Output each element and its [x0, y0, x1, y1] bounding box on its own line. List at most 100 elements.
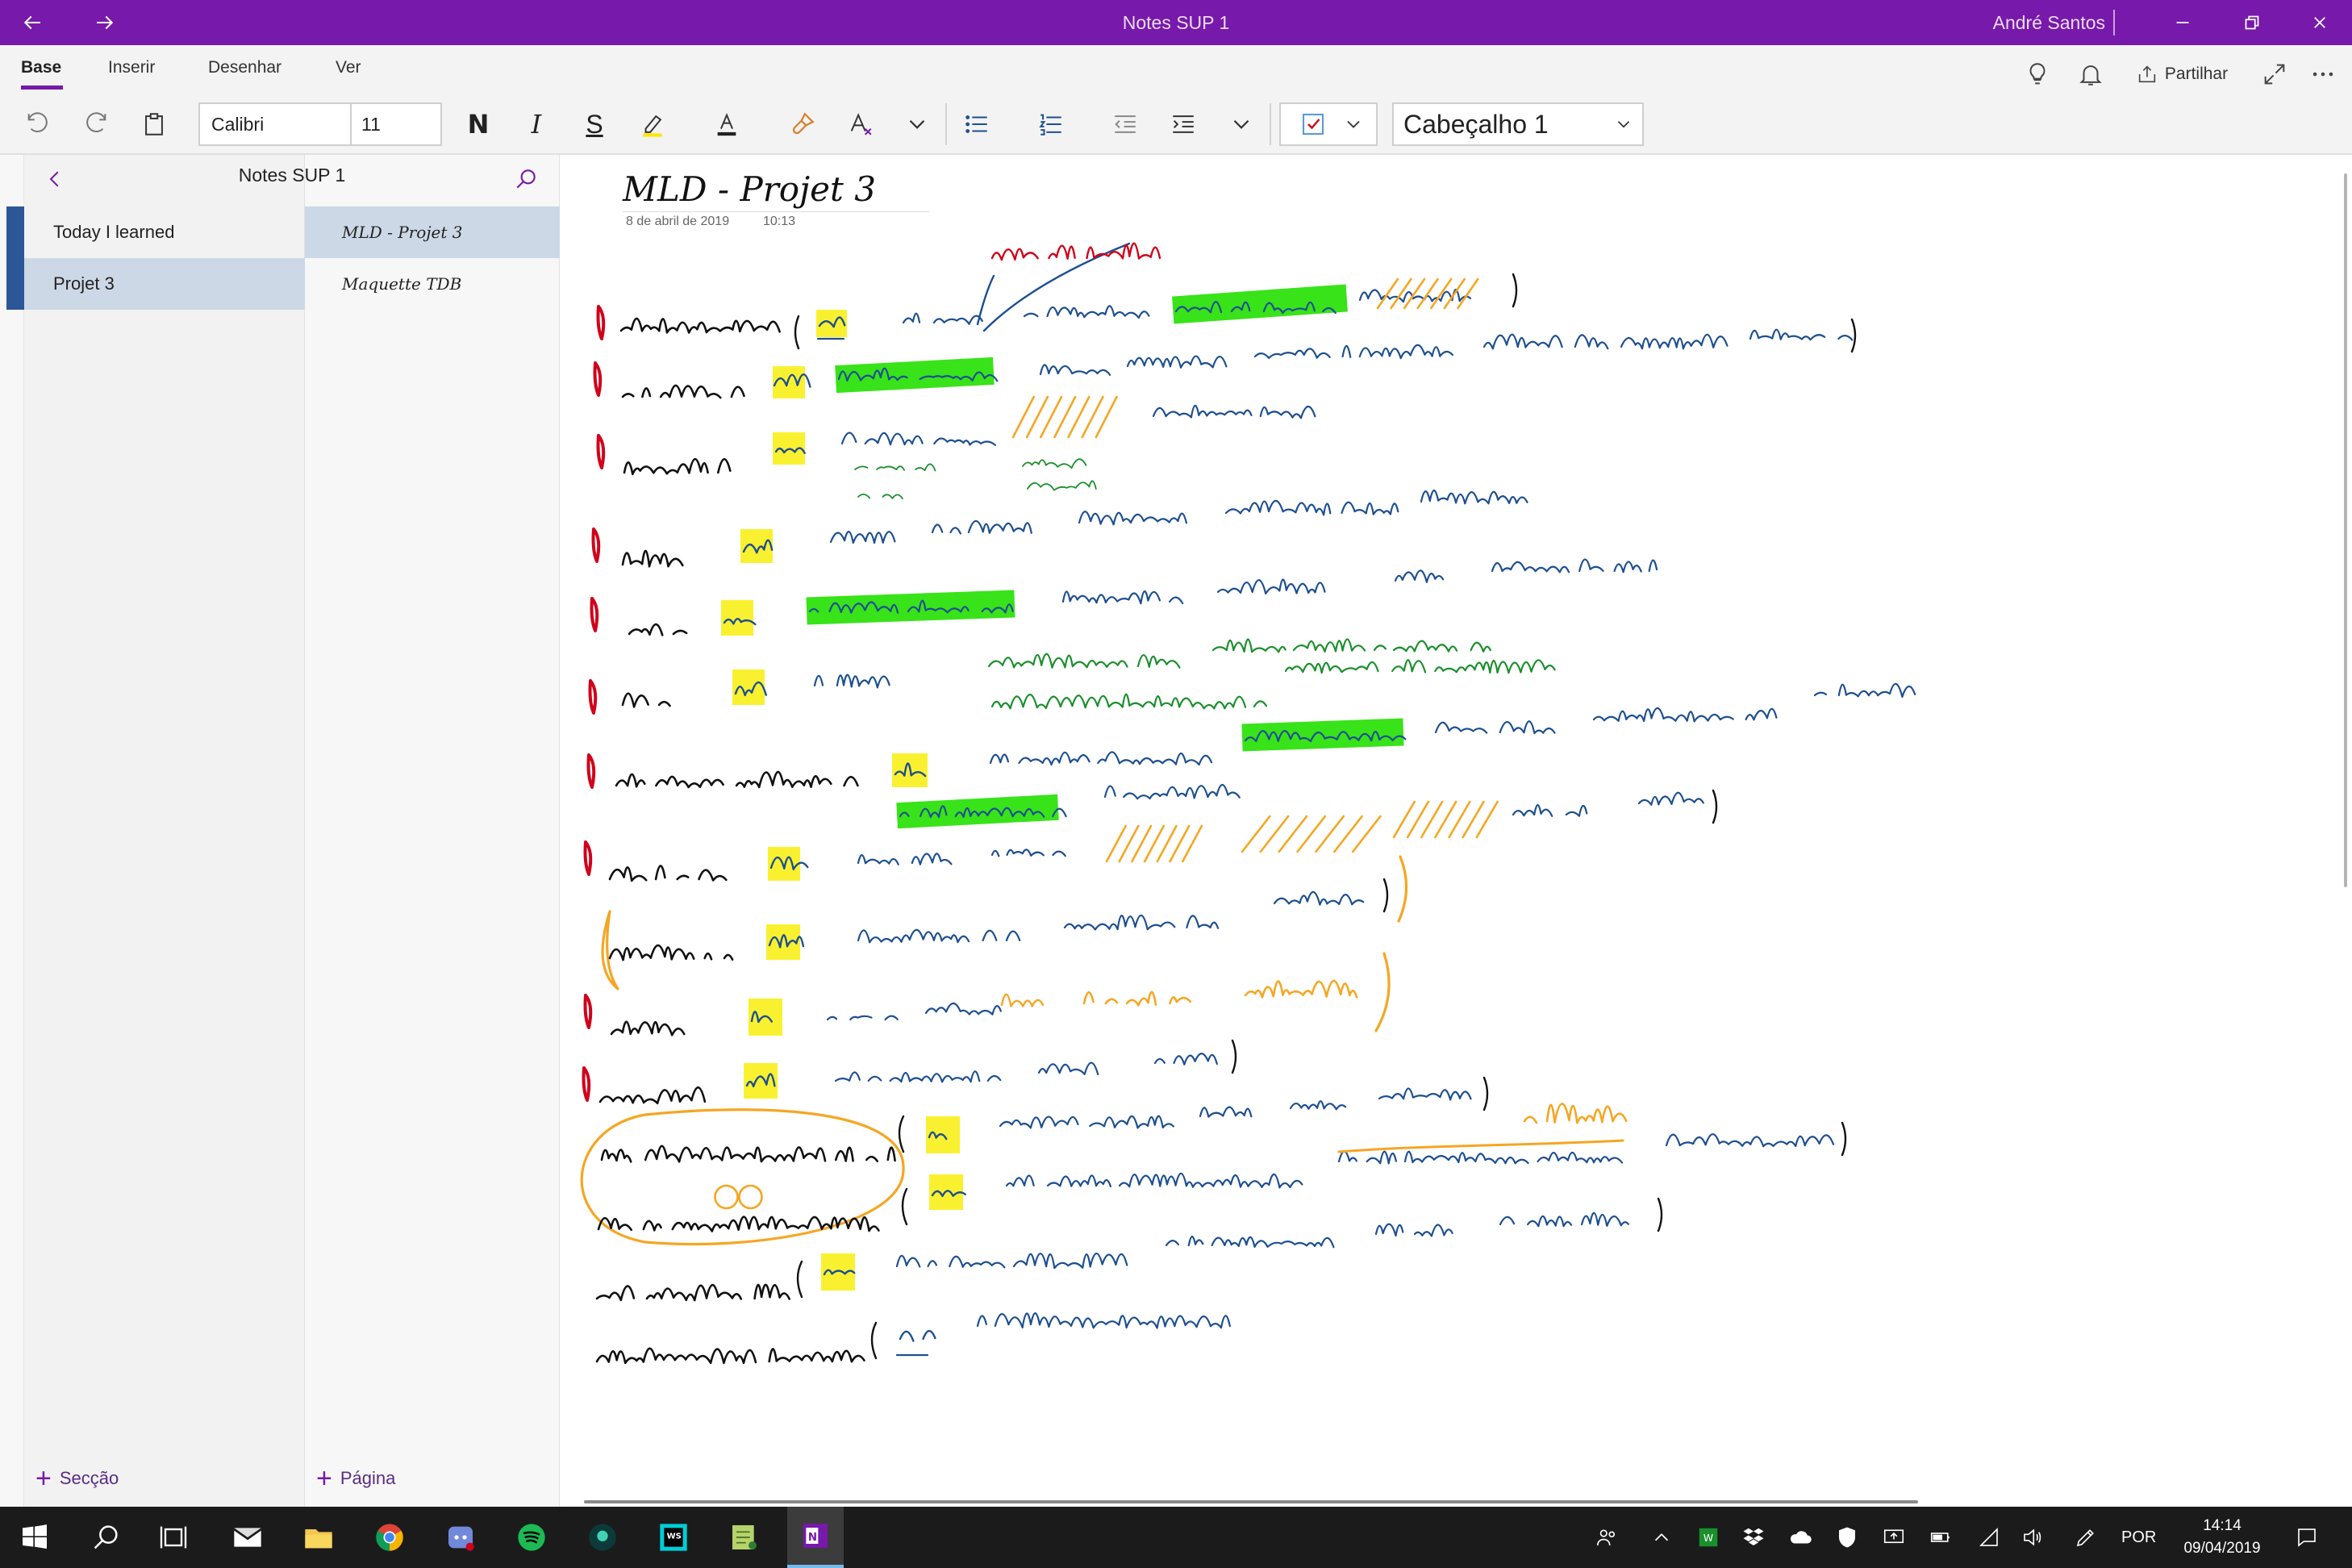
wifi-icon	[1979, 1528, 1998, 1546]
tag-dropdown[interactable]	[1279, 102, 1378, 146]
more-text-formats-button[interactable]	[897, 103, 937, 145]
discord-app[interactable]	[432, 1507, 489, 1568]
horizontal-scrollbar[interactable]	[584, 1500, 1918, 1503]
tab-base[interactable]: Base	[21, 58, 61, 77]
ribbon-tabs: Base Inserir Desenhar Ver Partilhar	[0, 45, 2352, 97]
task-view-button[interactable]	[145, 1507, 202, 1568]
decrease-indent-button[interactable]	[1105, 103, 1145, 145]
section-item-projet-3[interactable]: Projet 3	[24, 258, 305, 310]
font-name-field[interactable]: Calibri	[198, 102, 352, 146]
page-item-mld-projet-3[interactable]: MLD - Projet 3	[305, 206, 560, 258]
bold-button[interactable]: N	[458, 103, 498, 145]
clipboard-icon	[145, 113, 163, 136]
page-title[interactable]: MLD - Projet 3	[623, 169, 876, 209]
notebook-title[interactable]: Notes SUP 1	[24, 165, 560, 186]
tell-me-button[interactable]	[2021, 53, 2054, 95]
onenote-app[interactable]: N	[787, 1507, 844, 1568]
windows-taskbar: WS N W POR 14:14 09/04/2019	[0, 1507, 2352, 1568]
restore-button[interactable]	[2220, 0, 2284, 45]
display-icon	[1883, 1529, 1904, 1544]
svg-text:W: W	[1704, 1532, 1713, 1544]
section-color-bar	[6, 206, 24, 258]
vertical-scrollbar[interactable]	[2344, 173, 2347, 887]
wifi-tray[interactable]	[1968, 1507, 2010, 1568]
search-button[interactable]	[508, 161, 544, 197]
section-item-today-i-learned[interactable]: Today I learned	[24, 206, 305, 258]
style-value: Cabeçalho 1	[1403, 110, 1549, 139]
search-taskbar-button[interactable]	[77, 1507, 134, 1568]
people-button[interactable]	[1586, 1507, 1628, 1568]
start-button[interactable]	[6, 1507, 63, 1568]
tray-app[interactable]: W	[1687, 1507, 1729, 1568]
gitkraken-app[interactable]	[574, 1507, 631, 1568]
webstorm-icon: WS	[660, 1524, 687, 1551]
highlight-button[interactable]	[632, 103, 673, 145]
undo-icon	[27, 112, 48, 132]
mail-app[interactable]	[219, 1507, 276, 1568]
battery-tray[interactable]	[1920, 1507, 1962, 1568]
tab-ver[interactable]: Ver	[336, 58, 361, 77]
clock-time: 14:14	[2203, 1517, 2241, 1534]
action-center-button[interactable]	[2283, 1507, 2331, 1568]
redo-button[interactable]	[76, 103, 116, 145]
formatting-toolbar: Calibri 11 N I S Cabeçalho 1	[0, 97, 2352, 153]
onedrive-tray[interactable]	[1779, 1507, 1821, 1568]
kraken-icon	[589, 1524, 616, 1551]
clipboard-button[interactable]	[134, 103, 174, 145]
format-painter-button[interactable]	[782, 103, 823, 145]
font-color-button[interactable]	[707, 103, 747, 145]
increase-indent-button[interactable]	[1163, 103, 1203, 145]
search-icon	[516, 169, 536, 189]
tab-desenhar[interactable]: Desenhar	[208, 58, 281, 77]
italic-button[interactable]: I	[516, 103, 557, 145]
page-item-maquette-tdb[interactable]: Maquette TDB	[305, 258, 560, 310]
close-button[interactable]	[2287, 0, 2352, 45]
redo-icon	[86, 112, 106, 132]
battery-icon	[1930, 1533, 1950, 1542]
notepad-plus-app[interactable]	[716, 1507, 773, 1568]
share-button[interactable]: Partilhar	[2129, 53, 2234, 95]
show-hidden-icons[interactable]	[1641, 1507, 1683, 1568]
toolbar-divider	[1270, 103, 1271, 145]
arrow-right-icon	[97, 15, 114, 30]
outdent-icon	[1115, 115, 1136, 133]
spotify-app[interactable]	[503, 1507, 560, 1568]
input-language[interactable]: POR	[2121, 1507, 2156, 1568]
clear-formatting-button[interactable]	[840, 103, 881, 145]
chrome-app[interactable]	[361, 1507, 418, 1568]
font-size-field[interactable]: 11	[350, 102, 442, 146]
style-dropdown[interactable]: Cabeçalho 1	[1392, 102, 1644, 146]
pen-workspace-tray[interactable]	[2065, 1507, 2107, 1568]
tab-inserir[interactable]: Inserir	[108, 58, 155, 77]
forward-button[interactable]	[73, 0, 137, 45]
arrow-left-icon	[23, 15, 40, 30]
fullscreen-button[interactable]	[2258, 53, 2291, 95]
webstorm-app[interactable]: WS	[645, 1507, 702, 1568]
more-paragraph-button[interactable]	[1221, 103, 1261, 145]
clear-format-icon	[850, 113, 872, 136]
minimize-button[interactable]	[2150, 0, 2215, 45]
dropbox-tray[interactable]	[1733, 1507, 1774, 1568]
bullets-button[interactable]	[957, 103, 997, 145]
close-icon	[2314, 17, 2325, 28]
volume-tray[interactable]	[2012, 1507, 2054, 1568]
back-button[interactable]	[0, 0, 65, 45]
plus-icon: +	[316, 1463, 332, 1494]
add-section-button[interactable]: + Secção	[35, 1465, 119, 1492]
page-time: 10:13	[763, 215, 796, 228]
more-options-button[interactable]	[2307, 53, 2339, 95]
page-canvas[interactable]	[560, 155, 2352, 1507]
numbering-button[interactable]	[1031, 103, 1071, 145]
defender-tray[interactable]	[1826, 1507, 1868, 1568]
dropbox-icon	[1743, 1528, 1764, 1545]
active-tab-indicator	[21, 85, 63, 90]
display-tray[interactable]	[1873, 1507, 1915, 1568]
clock[interactable]: 14:14 09/04/2019	[2162, 1515, 2283, 1560]
notifications-button[interactable]	[2075, 53, 2107, 95]
underline-button[interactable]: S	[574, 103, 615, 145]
file-explorer-app[interactable]	[290, 1507, 347, 1568]
add-page-button[interactable]: + Página	[316, 1463, 395, 1494]
user-name[interactable]: André Santos	[1895, 0, 2105, 45]
restore-icon	[2245, 15, 2259, 30]
undo-button[interactable]	[18, 103, 58, 145]
